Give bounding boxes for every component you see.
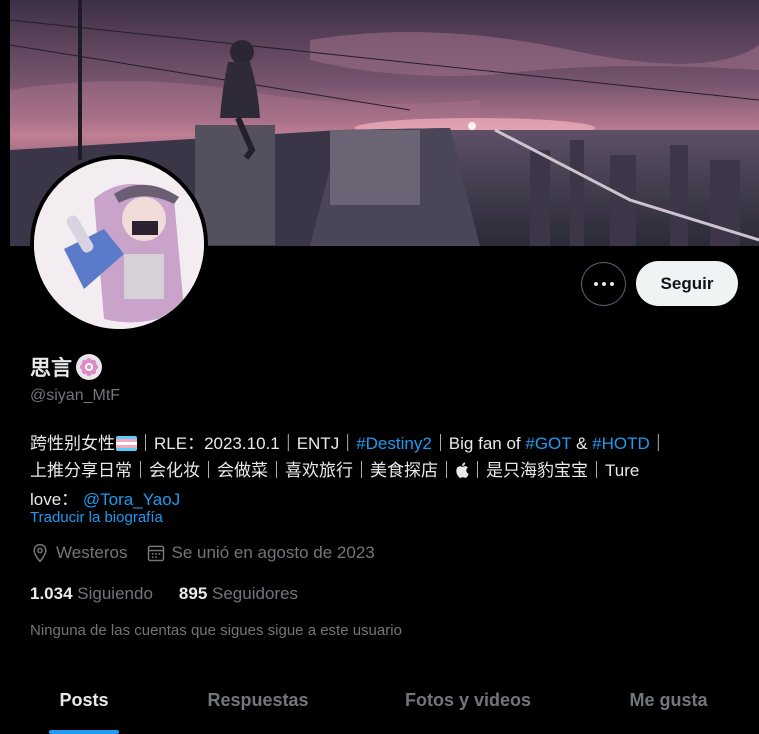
- following-label: Siguiendo: [77, 584, 153, 603]
- location-pin-icon: [33, 543, 47, 563]
- followers-link[interactable]: 895 Seguidores: [179, 584, 298, 604]
- hashtag-hotd-link[interactable]: #HOTD: [592, 434, 650, 453]
- handle: @siyan_MtF: [30, 387, 121, 404]
- mention-link[interactable]: @Tora_YaoJ: [83, 490, 180, 509]
- calendar-icon: [147, 545, 164, 562]
- bio-text: &: [571, 434, 593, 453]
- more-options-dot: [609, 282, 614, 286]
- profile-tabs: Posts Respuestas Fotos y videos Me gusta: [10, 672, 759, 734]
- more-options-button[interactable]: [581, 262, 626, 306]
- joined-text: Se unió en agosto de 2023: [171, 543, 375, 562]
- followers-count: 895: [178, 584, 208, 603]
- tab-label: Fotos y videos: [404, 690, 532, 710]
- display-name: 思言: [30, 357, 72, 380]
- following-link[interactable]: 1.034 Siguiendo: [30, 584, 153, 604]
- translate-bio-link[interactable]: Traducir la biografía: [30, 509, 163, 526]
- joined-item: Se unió en agosto de 2023: [146, 543, 375, 563]
- bio-text: 跨性别女性: [30, 434, 115, 453]
- followers-label: Seguidores: [212, 584, 299, 603]
- bio-text: ｜RLE：2023.10.1｜ENTJ｜: [137, 434, 357, 453]
- flower-badge-icon: [76, 354, 102, 380]
- following-count: 1.034: [30, 584, 73, 603]
- hashtag-got-link[interactable]: #GOT: [525, 434, 571, 453]
- apple-icon: [455, 459, 469, 486]
- bio-text: love：: [30, 490, 79, 509]
- location-text: Westeros: [56, 543, 128, 562]
- more-options-icon: [593, 282, 598, 286]
- follow-button[interactable]: Seguir: [636, 261, 738, 306]
- profile-meta: Westeros Se unió en agosto de 2023: [30, 543, 393, 563]
- profile-avatar[interactable]: [30, 155, 208, 333]
- bio-text: ｜是只海豹宝宝｜Ture: [469, 461, 640, 480]
- bio: 跨性别女性 ｜RLE：2023.10.1｜ENTJ｜#Destiny2｜Big f…: [30, 430, 740, 513]
- more-options-dot: [601, 282, 606, 286]
- bio-text: 上推分享日常｜会化妆｜会做菜｜喜欢旅行｜美食探店｜: [30, 461, 455, 480]
- tab-fotos-y-videos[interactable]: Fotos y videos: [358, 672, 578, 734]
- name-row: 思言: [30, 352, 102, 382]
- tab-label: Respuestas: [207, 690, 309, 710]
- tab-posts[interactable]: Posts: [10, 672, 158, 734]
- tab-label: Posts: [59, 690, 109, 710]
- followers-you-know-note: Ninguna de las cuentas que sigues sigue …: [30, 622, 402, 639]
- follow-stats: 1.034 Siguiendo 895 Seguidores: [30, 584, 324, 604]
- bio-text: ｜: [649, 434, 667, 453]
- bio-line-2: 上推分享日常｜会化妆｜会做菜｜喜欢旅行｜美食探店｜ ｜是只海豹宝宝｜Ture: [30, 457, 740, 486]
- bio-text: ｜Big fan of: [431, 434, 526, 453]
- location-item: Westeros: [30, 543, 128, 563]
- active-tab-indicator: [49, 730, 119, 734]
- tab-respuestas[interactable]: Respuestas: [158, 672, 358, 734]
- bio-line-1: 跨性别女性 ｜RLE：2023.10.1｜ENTJ｜#Destiny2｜Big f…: [30, 430, 740, 457]
- left-edge: [0, 0, 10, 734]
- transgender-flag-icon: [116, 436, 137, 451]
- tab-me-gusta[interactable]: Me gusta: [578, 672, 759, 734]
- hashtag-destiny2-link[interactable]: #Destiny2: [356, 434, 432, 453]
- avatar-image: [34, 159, 204, 329]
- tab-label: Me gusta: [629, 690, 708, 710]
